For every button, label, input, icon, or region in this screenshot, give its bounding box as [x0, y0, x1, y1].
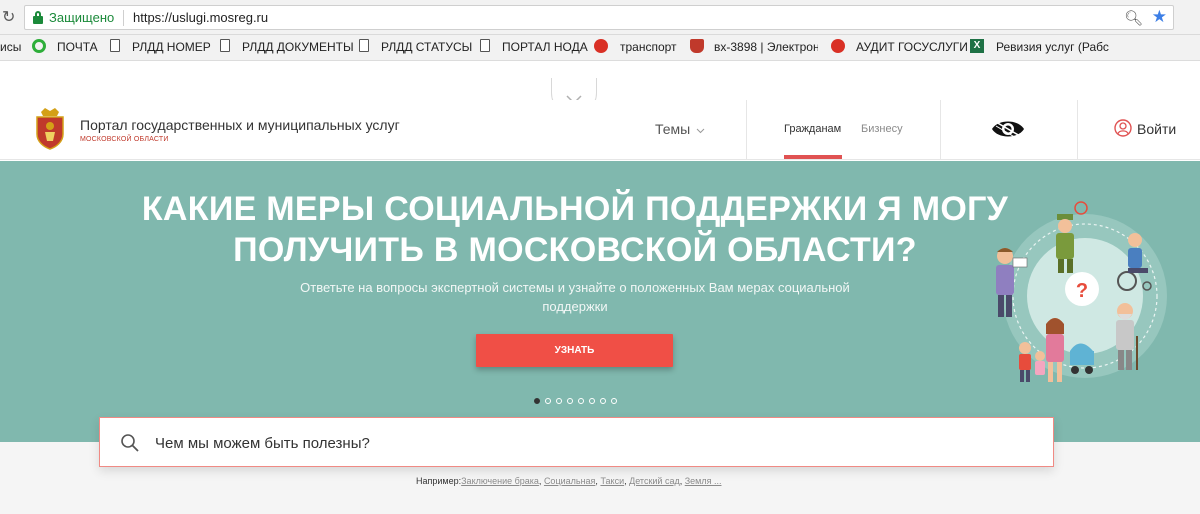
bookmark-item[interactable]: ПОЧТА	[57, 40, 98, 54]
bookmark-item[interactable]: исы	[0, 40, 21, 54]
bookmark-item[interactable]: РЛДД ДОКУМЕНТЫ	[242, 40, 354, 54]
example-link[interactable]: Детский сад	[629, 476, 680, 486]
bookmark-item[interactable]: РЛДД СТАТУСЫ	[381, 40, 472, 54]
bookmark-item[interactable]: вх-3898 | Электрон	[714, 40, 818, 54]
slider-dot[interactable]	[567, 398, 573, 404]
themes-label: Темы	[655, 121, 691, 137]
bookmark-item[interactable]: транспорт	[620, 40, 677, 54]
omnibox-divider	[123, 10, 124, 26]
bookmark-item[interactable]: РЛДД НОМЕР	[132, 40, 211, 54]
slider-dot[interactable]	[545, 398, 551, 404]
learn-button[interactable]: УЗНАТЬ	[476, 334, 673, 367]
search-box[interactable]	[99, 417, 1054, 467]
example-link[interactable]: Земля ...	[685, 476, 722, 486]
bookmark-star-icon[interactable]: ★	[1152, 7, 1167, 27]
site-header: Портал государственных и муниципальных у…	[0, 100, 1200, 160]
slider-dot[interactable]	[556, 398, 562, 404]
coat-of-arms-logo[interactable]	[33, 108, 67, 150]
excel-icon: X	[970, 39, 984, 53]
hero-banner: КАКИЕ МЕРЫ СОЦИАЛЬНОЙ ПОДДЕРЖКИ Я МОГУ П…	[0, 161, 1200, 442]
search-input[interactable]	[155, 430, 1035, 456]
bookmark-item[interactable]: ПОРТАЛ НОДА	[502, 40, 588, 54]
search-examples: Например:Заключение брака, Социальная, Т…	[416, 476, 722, 486]
lock-icon	[33, 11, 43, 24]
portal-subtitle: МОСКОВСКОЙ ОБЛАСТИ	[80, 136, 169, 143]
site-top-strip	[0, 62, 1200, 100]
bookmarks-bar: исы ПОЧТА РЛДД НОМЕР РЛДД ДОКУМЕНТЫ РЛДД…	[0, 35, 1200, 61]
tab-business[interactable]: Бизнесу	[861, 123, 903, 135]
example-link[interactable]: Такси	[600, 476, 624, 486]
ring-icon	[32, 39, 46, 53]
omnibox[interactable]: Защищено https://uslugi.mosreg.ru 🔍︎ ★	[24, 5, 1174, 30]
page-icon	[480, 39, 490, 52]
page-icon	[110, 39, 120, 52]
example-link[interactable]: Заключение брака	[461, 476, 539, 486]
header-divider	[746, 100, 747, 160]
slider-dot[interactable]	[589, 398, 595, 404]
slider-dot[interactable]	[611, 398, 617, 404]
page-icon	[359, 39, 369, 52]
hero-subtitle: Ответьте на вопросы экспертной системы и…	[300, 280, 850, 314]
page-icon	[220, 39, 230, 52]
header-divider	[1077, 100, 1078, 160]
portal-title[interactable]: Портал государственных и муниципальных у…	[80, 117, 400, 133]
user-icon[interactable]	[1114, 119, 1132, 137]
login-link[interactable]: Войти	[1137, 121, 1176, 137]
search-icon	[121, 434, 139, 452]
url-text[interactable]: https://uslugi.mosreg.ru	[133, 10, 268, 25]
circle-icon	[594, 39, 608, 53]
chevron-down-icon	[696, 128, 705, 134]
circle-icon	[831, 39, 845, 53]
bookmark-item[interactable]: Ревизия услуг (Рабс	[996, 40, 1109, 54]
bookmark-item[interactable]: АУДИТ ГОСУСЛУГИ	[856, 40, 968, 54]
example-link[interactable]: Социальная	[544, 476, 595, 486]
zoom-icon[interactable]: 🔍︎	[1124, 9, 1143, 27]
reload-icon[interactable]: ↻	[2, 7, 18, 27]
secure-label: Защищено	[49, 10, 115, 25]
active-tab-indicator	[784, 155, 842, 159]
svg-text:?: ?	[1076, 280, 1088, 302]
slider-dot[interactable]	[534, 398, 540, 404]
themes-menu[interactable]: Темы	[655, 121, 705, 137]
eye-icon[interactable]	[990, 116, 1026, 142]
header-divider	[940, 100, 941, 160]
tab-citizens[interactable]: Гражданам	[784, 123, 841, 135]
hero-title: КАКИЕ МЕРЫ СОЦИАЛЬНОЙ ПОДДЕРЖКИ Я МОГУ П…	[141, 190, 1009, 269]
social-support-illustration: ?	[996, 201, 1167, 382]
slider-dot[interactable]	[600, 398, 606, 404]
browser-address-bar: ↻ Защищено https://uslugi.mosreg.ru 🔍︎ ★	[0, 0, 1200, 35]
slider-dot[interactable]	[578, 398, 584, 404]
examples-prefix: Например:	[416, 476, 462, 486]
crest-icon	[690, 39, 704, 53]
